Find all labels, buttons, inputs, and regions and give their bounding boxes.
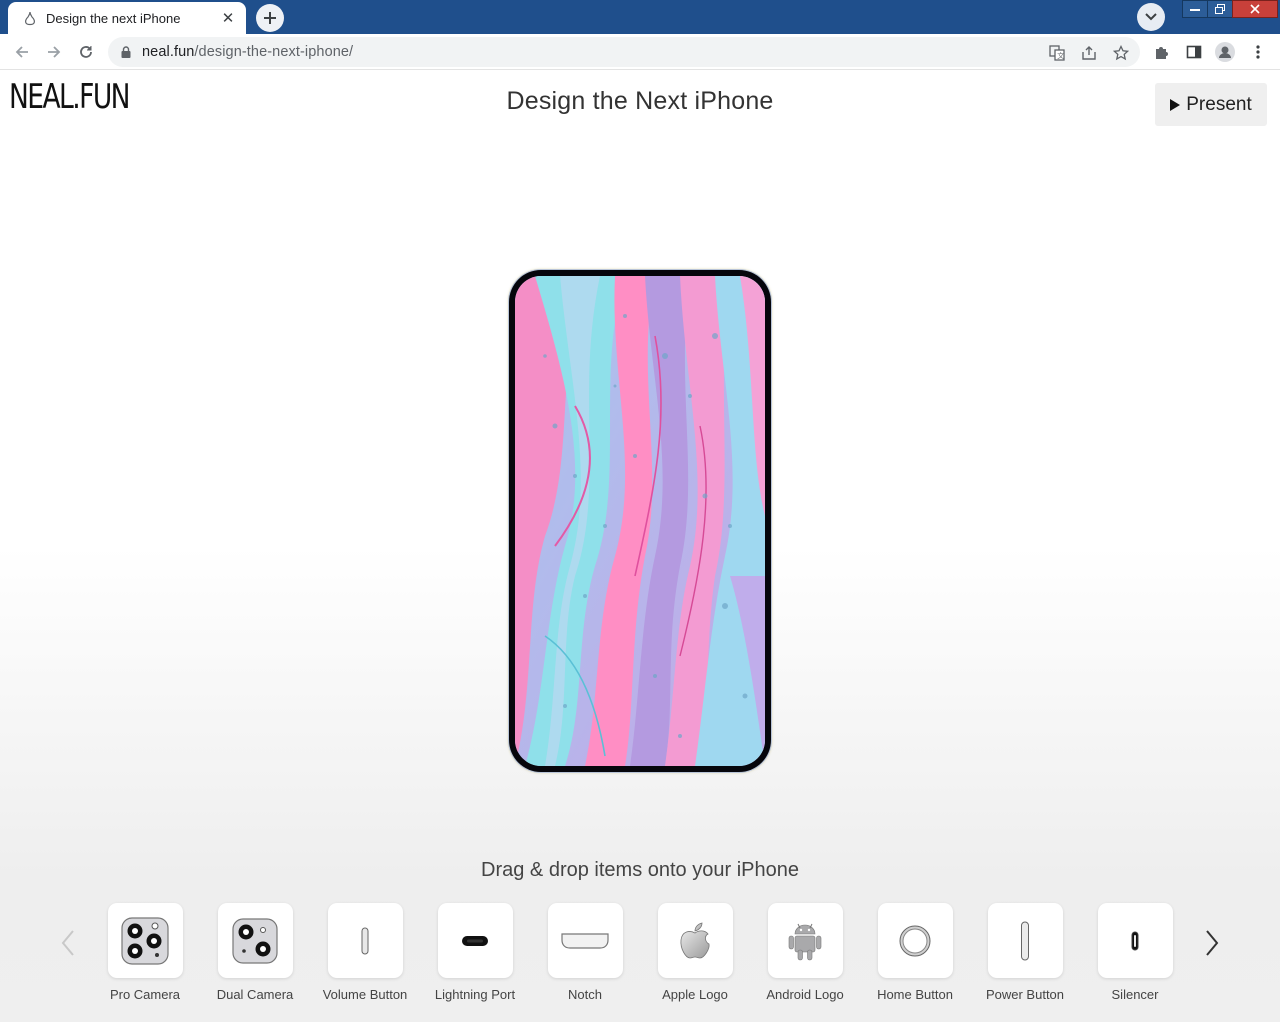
tab-close-icon[interactable]: ✕ <box>220 10 236 27</box>
item-lightning-port[interactable]: Lightning Port <box>420 903 530 1002</box>
url-domain: neal.fun <box>142 44 195 60</box>
browser-tab[interactable]: Design the next iPhone ✕ <box>8 2 246 34</box>
home-button-icon[interactable] <box>877 903 953 978</box>
item-label: Apple Logo <box>662 987 728 1002</box>
item-silencer[interactable]: Silencer <box>1080 903 1190 1002</box>
item-label: Android Logo <box>766 987 844 1002</box>
tray-next-button[interactable] <box>1200 926 1224 960</box>
item-label: Home Button <box>877 987 953 1002</box>
url-text: neal.fun/design-the-next-iphone/ <box>142 44 353 60</box>
item-apple-logo[interactable]: Apple Logo <box>640 903 750 1002</box>
item-pro-camera[interactable]: Pro Camera <box>90 903 200 1002</box>
notch-icon[interactable] <box>547 903 623 978</box>
item-power-button[interactable]: Power Button <box>970 903 1080 1002</box>
lock-icon[interactable] <box>110 46 142 58</box>
chevron-right-icon <box>1206 930 1219 956</box>
item-android-logo[interactable]: Android Logo <box>750 903 860 1002</box>
address-bar[interactable]: neal.fun/design-the-next-iphone/ 文 <box>108 37 1140 67</box>
extensions-puzzle-icon[interactable] <box>1152 42 1172 62</box>
svg-text:文: 文 <box>1057 51 1064 60</box>
back-button[interactable] <box>8 38 36 66</box>
browser-tabstrip: Design the next iPhone ✕ <box>0 0 1280 34</box>
more-menu-icon[interactable] <box>1248 42 1268 62</box>
translate-icon[interactable]: 文 <box>1048 44 1066 62</box>
item-label: Notch <box>568 987 602 1002</box>
restore-button[interactable] <box>1207 0 1233 18</box>
dual-camera-icon[interactable] <box>217 903 293 978</box>
play-icon <box>1170 98 1181 111</box>
power-button-icon[interactable] <box>987 903 1063 978</box>
item-label: Power Button <box>985 987 1065 1002</box>
phone-screen[interactable] <box>515 276 765 766</box>
browser-toolbar: neal.fun/design-the-next-iphone/ 文 <box>0 34 1280 70</box>
tab-search-button[interactable] <box>1137 3 1165 31</box>
new-tab-button[interactable] <box>256 4 284 32</box>
tab-title: Design the next iPhone <box>46 10 181 26</box>
reload-icon <box>80 46 92 58</box>
item-home-button[interactable]: Home Button <box>860 903 970 1002</box>
bookmark-star-icon[interactable] <box>1112 44 1130 62</box>
item-dual-camera[interactable]: Dual Camera <box>200 903 310 1002</box>
profile-avatar-icon[interactable] <box>1215 42 1235 62</box>
plus-icon <box>264 12 276 24</box>
item-label: Silencer <box>1111 987 1159 1002</box>
reload-button[interactable] <box>72 38 100 66</box>
item-volume-button[interactable]: Volume Button <box>310 903 420 1002</box>
close-window-button[interactable] <box>1232 0 1278 18</box>
side-panel-icon[interactable] <box>1184 42 1204 62</box>
item-label: Volume Button <box>322 987 408 1002</box>
pear-favicon-icon <box>22 10 38 26</box>
chevron-down-icon <box>1145 13 1157 21</box>
marble-wallpaper <box>515 276 765 766</box>
pro-camera-icon[interactable] <box>107 903 183 978</box>
back-arrow-icon <box>15 46 28 58</box>
instructions: Drag & drop items onto your iPhone <box>481 859 799 881</box>
share-icon[interactable] <box>1080 44 1098 62</box>
window-controls <box>1182 0 1278 20</box>
minimize-button[interactable] <box>1182 0 1208 18</box>
lightning-port-icon[interactable] <box>437 903 513 978</box>
present-label: Present <box>1186 93 1252 115</box>
item-label: Lightning Port <box>434 987 516 1002</box>
forward-arrow-icon <box>48 46 61 58</box>
present-button[interactable]: Present <box>1155 83 1267 126</box>
item-notch[interactable]: Notch <box>530 903 640 1002</box>
item-label: Pro Camera <box>109 987 181 1002</box>
chevron-left-icon <box>61 930 74 956</box>
forward-button[interactable] <box>40 38 68 66</box>
silencer-icon[interactable] <box>1097 903 1173 978</box>
volume-button-icon[interactable] <box>327 903 403 978</box>
apple-logo-icon[interactable] <box>657 903 733 978</box>
iphone-canvas[interactable] <box>509 270 771 772</box>
page-content: NEAL.FUN Design the Next iPhone Present <box>0 71 1280 1022</box>
tray-prev-button[interactable] <box>56 926 80 960</box>
page-title: Design the Next iPhone <box>506 87 774 115</box>
url-path: /design-the-next-iphone/ <box>194 44 354 60</box>
item-label: Dual Camera <box>216 987 294 1002</box>
android-logo-icon[interactable] <box>767 903 843 978</box>
